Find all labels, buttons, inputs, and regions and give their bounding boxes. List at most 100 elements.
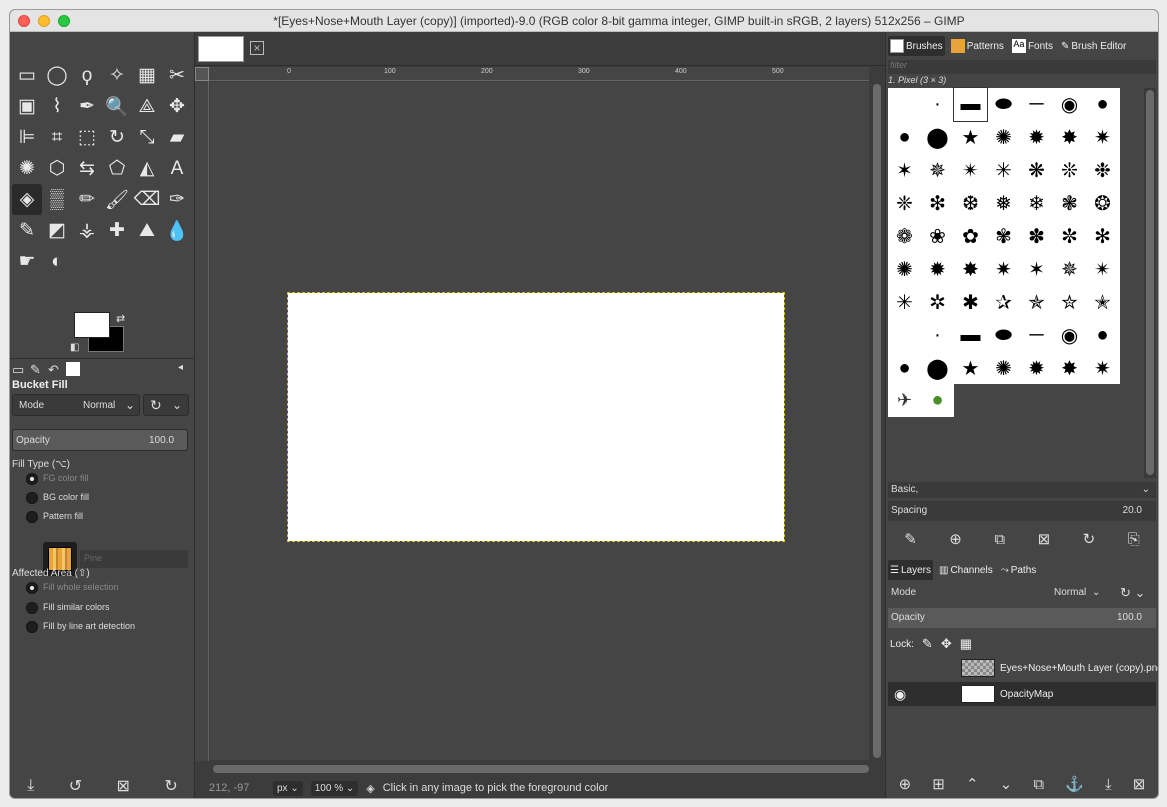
lower-layer-icon[interactable]: ⌄ bbox=[1000, 775, 1013, 793]
brush-item[interactable]: ✹ bbox=[921, 253, 954, 286]
brush-item[interactable]: ❉ bbox=[1086, 154, 1119, 187]
fill-type-radio-fg[interactable] bbox=[26, 473, 38, 485]
scale-icon[interactable]: ⤡ bbox=[132, 122, 162, 153]
brush-item[interactable]: ❄ bbox=[1020, 187, 1053, 220]
brush-item[interactable]: ─ bbox=[1020, 88, 1053, 121]
brush-item[interactable]: · bbox=[921, 88, 954, 121]
image-tab-thumbnail[interactable] bbox=[198, 36, 244, 62]
brush-item[interactable]: ✷ bbox=[987, 253, 1020, 286]
brush-item[interactable]: ✾ bbox=[987, 220, 1020, 253]
brush-item[interactable]: ✼ bbox=[1053, 220, 1086, 253]
perspective-clone-icon[interactable]: ⛰ bbox=[132, 215, 162, 246]
shear-icon[interactable]: ▰ bbox=[162, 122, 192, 153]
ink-icon[interactable]: ✎ bbox=[12, 215, 42, 246]
configure-tab-icon[interactable]: ◂ bbox=[178, 362, 183, 373]
tab-channels[interactable]: ▥ Channels bbox=[937, 560, 995, 580]
brush-item[interactable]: ✳ bbox=[987, 154, 1020, 187]
fill-type-radio-pattern[interactable] bbox=[26, 511, 38, 523]
opacity-slider[interactable]: Opacity 100.0 bbox=[12, 429, 188, 451]
dodge-burn-icon[interactable]: ◐ bbox=[42, 246, 72, 277]
foreground-color-swatch[interactable] bbox=[74, 312, 110, 338]
affected-area-radio-lineart[interactable] bbox=[26, 621, 38, 633]
move-icon[interactable]: ✥ bbox=[162, 91, 192, 122]
merge-layer-icon[interactable]: ⤓ bbox=[1105, 776, 1112, 793]
pencil-icon[interactable]: ✏ bbox=[72, 184, 102, 215]
brush-item[interactable]: ◉ bbox=[1053, 319, 1086, 352]
close-window-button[interactable] bbox=[18, 15, 30, 27]
zoom-icon[interactable]: 🔍 bbox=[102, 91, 132, 122]
brush-item[interactable]: ✵ bbox=[1053, 253, 1086, 286]
save-options-icon[interactable]: ⤓ bbox=[27, 777, 34, 795]
mypaint-brush-icon[interactable]: ◩ bbox=[42, 215, 72, 246]
brush-item[interactable]: ❂ bbox=[1086, 187, 1119, 220]
brush-item[interactable]: ❆ bbox=[954, 187, 987, 220]
affected-area-radio-whole[interactable] bbox=[26, 582, 38, 594]
foreground-select-icon[interactable]: ▣ bbox=[12, 91, 42, 122]
new-brush-icon[interactable]: ⊕ bbox=[949, 530, 962, 548]
brush-preset-select[interactable]: Basic, ⌄ bbox=[888, 482, 1156, 498]
device-status-tab-icon[interactable]: ✎ bbox=[30, 362, 41, 378]
visibility-eye-icon[interactable]: ◉ bbox=[894, 686, 906, 703]
swap-colors-icon[interactable]: ⇄ bbox=[116, 312, 125, 325]
eraser-icon[interactable]: ⌫ bbox=[132, 184, 162, 215]
layer-row[interactable]: ◉ OpacityMap bbox=[888, 682, 1156, 706]
duplicate-brush-icon[interactable]: ⧉ bbox=[994, 531, 1005, 548]
brush-item[interactable]: ✸ bbox=[1053, 121, 1086, 154]
minimize-window-button[interactable] bbox=[38, 15, 50, 27]
brush-item[interactable]: ★ bbox=[954, 352, 987, 385]
raise-layer-icon[interactable]: ⌃ bbox=[966, 775, 979, 793]
blur-icon[interactable]: 💧 bbox=[162, 215, 192, 246]
brush-item[interactable]: ─ bbox=[1020, 319, 1053, 352]
brush-item[interactable]: ● bbox=[921, 384, 954, 417]
warp-icon[interactable]: ✺ bbox=[12, 153, 42, 184]
brush-item[interactable]: ★ bbox=[954, 121, 987, 154]
brush-item[interactable]: ● bbox=[1086, 88, 1119, 121]
airbrush-icon[interactable]: ✑ bbox=[162, 184, 192, 215]
brush-item[interactable]: ⬬ bbox=[987, 88, 1020, 121]
anchor-layer-icon[interactable]: ⚓ bbox=[1065, 775, 1084, 793]
free-select-icon[interactable]: ϙ bbox=[72, 60, 102, 91]
tab-brushes[interactable]: Brushes bbox=[888, 36, 945, 56]
measure-icon[interactable]: ⟁ bbox=[132, 91, 162, 122]
brush-item[interactable]: ✸ bbox=[1053, 352, 1086, 385]
smudge-icon[interactable]: ☛ bbox=[12, 246, 42, 277]
brush-item[interactable]: ● bbox=[888, 352, 921, 385]
text-icon[interactable]: A bbox=[162, 153, 192, 184]
undo-history-tab-icon[interactable]: ↶ bbox=[48, 362, 59, 378]
mode-reset-button[interactable]: ↻ ⌄ bbox=[143, 394, 189, 416]
tab-patterns[interactable]: Patterns bbox=[949, 36, 1006, 56]
brush-item[interactable]: ✻ bbox=[1086, 220, 1119, 253]
brush-item[interactable]: ✰ bbox=[987, 286, 1020, 319]
open-brush-as-image-icon[interactable]: ⎘ bbox=[1128, 531, 1140, 548]
color-picker-icon[interactable]: ✒ bbox=[72, 91, 102, 122]
brush-item[interactable]: ❊ bbox=[1053, 154, 1086, 187]
brush-item[interactable]: ❋ bbox=[1020, 154, 1053, 187]
delete-layer-icon[interactable]: ⊠ bbox=[1133, 775, 1146, 793]
delete-options-icon[interactable]: ⊠ bbox=[117, 776, 130, 796]
brush-item[interactable]: ✺ bbox=[987, 352, 1020, 385]
brush-item[interactable]: ✹ bbox=[1020, 121, 1053, 154]
brush-item[interactable]: ✮ bbox=[1053, 286, 1086, 319]
brush-item[interactable]: ✶ bbox=[1020, 253, 1053, 286]
brush-item[interactable]: ❁ bbox=[888, 220, 921, 253]
layer-opacity-slider[interactable]: Opacity 100.0 bbox=[888, 608, 1156, 628]
brush-scrollbar[interactable] bbox=[1144, 88, 1156, 478]
horizontal-scrollbar[interactable] bbox=[213, 763, 869, 775]
tool-options-tab-icon[interactable]: ▭ bbox=[12, 362, 24, 378]
brush-item[interactable]: ✲ bbox=[921, 286, 954, 319]
paintbrush-icon[interactable]: 🖌 bbox=[102, 184, 132, 215]
fill-type-radio-bg[interactable] bbox=[26, 492, 38, 504]
brush-item[interactable]: ✯ bbox=[1020, 286, 1053, 319]
brush-item[interactable]: ❀ bbox=[921, 220, 954, 253]
brush-item[interactable]: ✿ bbox=[954, 220, 987, 253]
brush-item[interactable]: ⬤ bbox=[921, 352, 954, 385]
vertical-ruler[interactable] bbox=[195, 81, 209, 761]
brush-item[interactable]: ✭ bbox=[1086, 286, 1119, 319]
brush-item[interactable]: ✶ bbox=[888, 154, 921, 187]
brush-item[interactable]: ✷ bbox=[1086, 121, 1119, 154]
brush-item[interactable]: ✹ bbox=[1020, 352, 1053, 385]
brush-item[interactable]: ⬬ bbox=[987, 319, 1020, 352]
default-colors-icon[interactable]: ◧ bbox=[70, 342, 79, 353]
images-tab-icon[interactable] bbox=[66, 362, 80, 376]
brush-item[interactable]: ❈ bbox=[888, 187, 921, 220]
